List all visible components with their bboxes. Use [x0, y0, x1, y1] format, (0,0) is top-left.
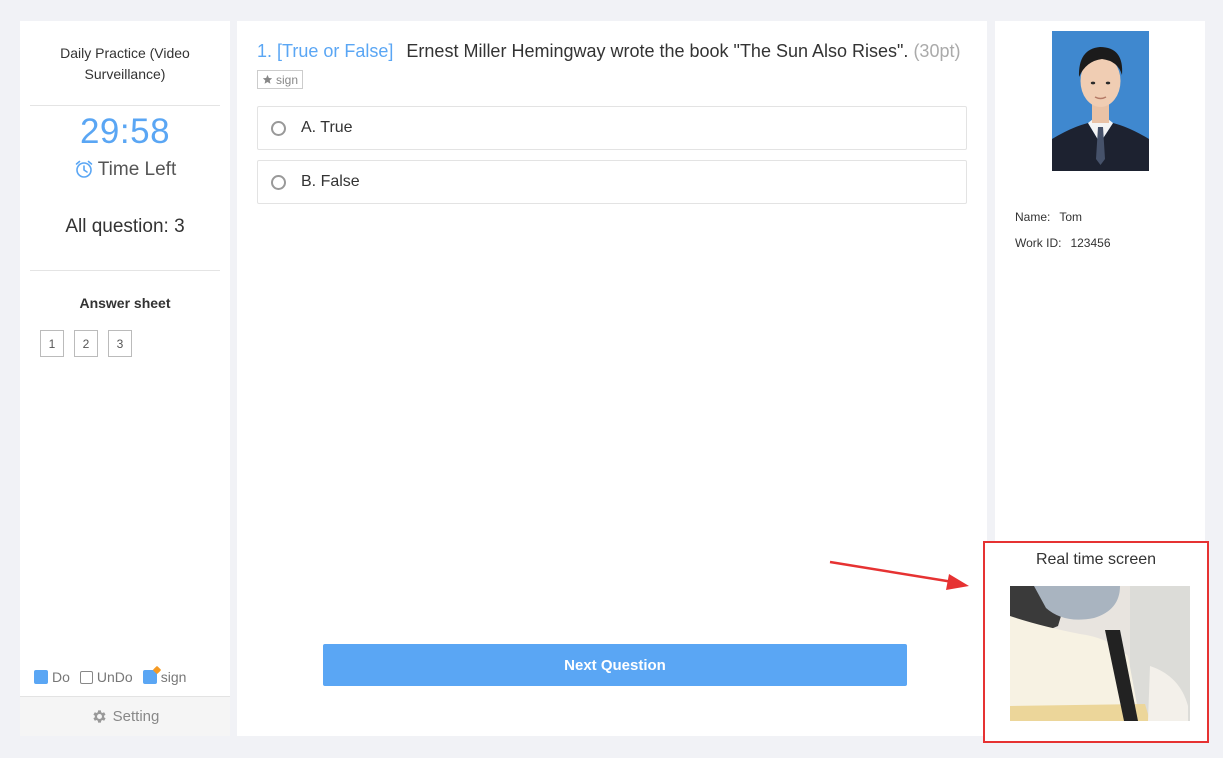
alarm-clock-icon: [75, 160, 93, 178]
divider: [30, 105, 220, 106]
name-value: Tom: [1059, 210, 1083, 224]
option-b[interactable]: B. False: [257, 160, 967, 204]
sign-tag-label: sign: [276, 72, 299, 87]
answer-sheet: 1 2 3: [40, 330, 132, 357]
setting-label: Setting: [112, 708, 160, 725]
question-points: (30pt): [913, 41, 961, 61]
signed-square-icon: [142, 670, 157, 684]
time-left-label: Time Left: [97, 159, 177, 180]
done-square-icon: [34, 670, 48, 684]
setting-button[interactable]: Setting: [20, 696, 230, 736]
option-label: A. True: [301, 119, 353, 136]
name-label: Name:: [1015, 210, 1051, 224]
radio-button[interactable]: [271, 174, 286, 190]
option-a[interactable]: A. True: [257, 106, 967, 150]
work-id-row: Work ID: 123456: [1015, 236, 1111, 250]
answer-legend: Do UnDo sign: [34, 669, 186, 685]
undone-square-icon: [79, 670, 93, 684]
legend-sign: sign: [142, 669, 186, 685]
question-header: 1. [True or False] Ernest Miller Hemingw…: [257, 41, 960, 62]
sign-tag-button[interactable]: sign: [257, 70, 304, 89]
left-panel: Daily Practice (Video Surveillance) 29:5…: [20, 21, 230, 736]
legend-undo: UnDo: [79, 669, 133, 685]
webcam-feed: [1010, 586, 1190, 721]
gear-icon: [93, 710, 106, 723]
answer-sheet-item-1[interactable]: 1: [40, 330, 64, 357]
time-left: Time Left: [20, 159, 230, 181]
next-question-button[interactable]: Next Question: [323, 644, 907, 686]
radio-button[interactable]: [271, 120, 286, 136]
real-time-screen-title: Real time screen: [1035, 551, 1157, 568]
answer-sheet-item-2[interactable]: 2: [74, 330, 98, 357]
question-count: All question: 3: [65, 216, 185, 237]
arrow-icon: [829, 560, 969, 590]
work-id-label: Work ID:: [1015, 236, 1062, 250]
question-number: 1.: [257, 41, 273, 61]
divider: [30, 270, 220, 271]
work-id-value: 123456: [1070, 236, 1111, 250]
profile-photo: [1052, 31, 1149, 171]
countdown-timer: 29:58: [79, 112, 171, 151]
name-row: Name: Tom: [1015, 210, 1082, 224]
exam-title: Daily Practice (Video Surveillance): [60, 45, 190, 82]
question-type: [True or False]: [277, 41, 394, 61]
question-panel: 1. [True or False] Ernest Miller Hemingw…: [237, 21, 987, 736]
option-label: B. False: [301, 173, 360, 190]
answer-sheet-item-3[interactable]: 3: [108, 330, 132, 357]
star-icon: [262, 74, 273, 84]
question-text: Ernest Miller Hemingway wrote the book "…: [406, 41, 909, 61]
answer-sheet-title: Answer sheet: [79, 295, 171, 311]
real-time-screen-box: Real time screen: [983, 541, 1209, 743]
legend-do: Do: [34, 669, 70, 685]
